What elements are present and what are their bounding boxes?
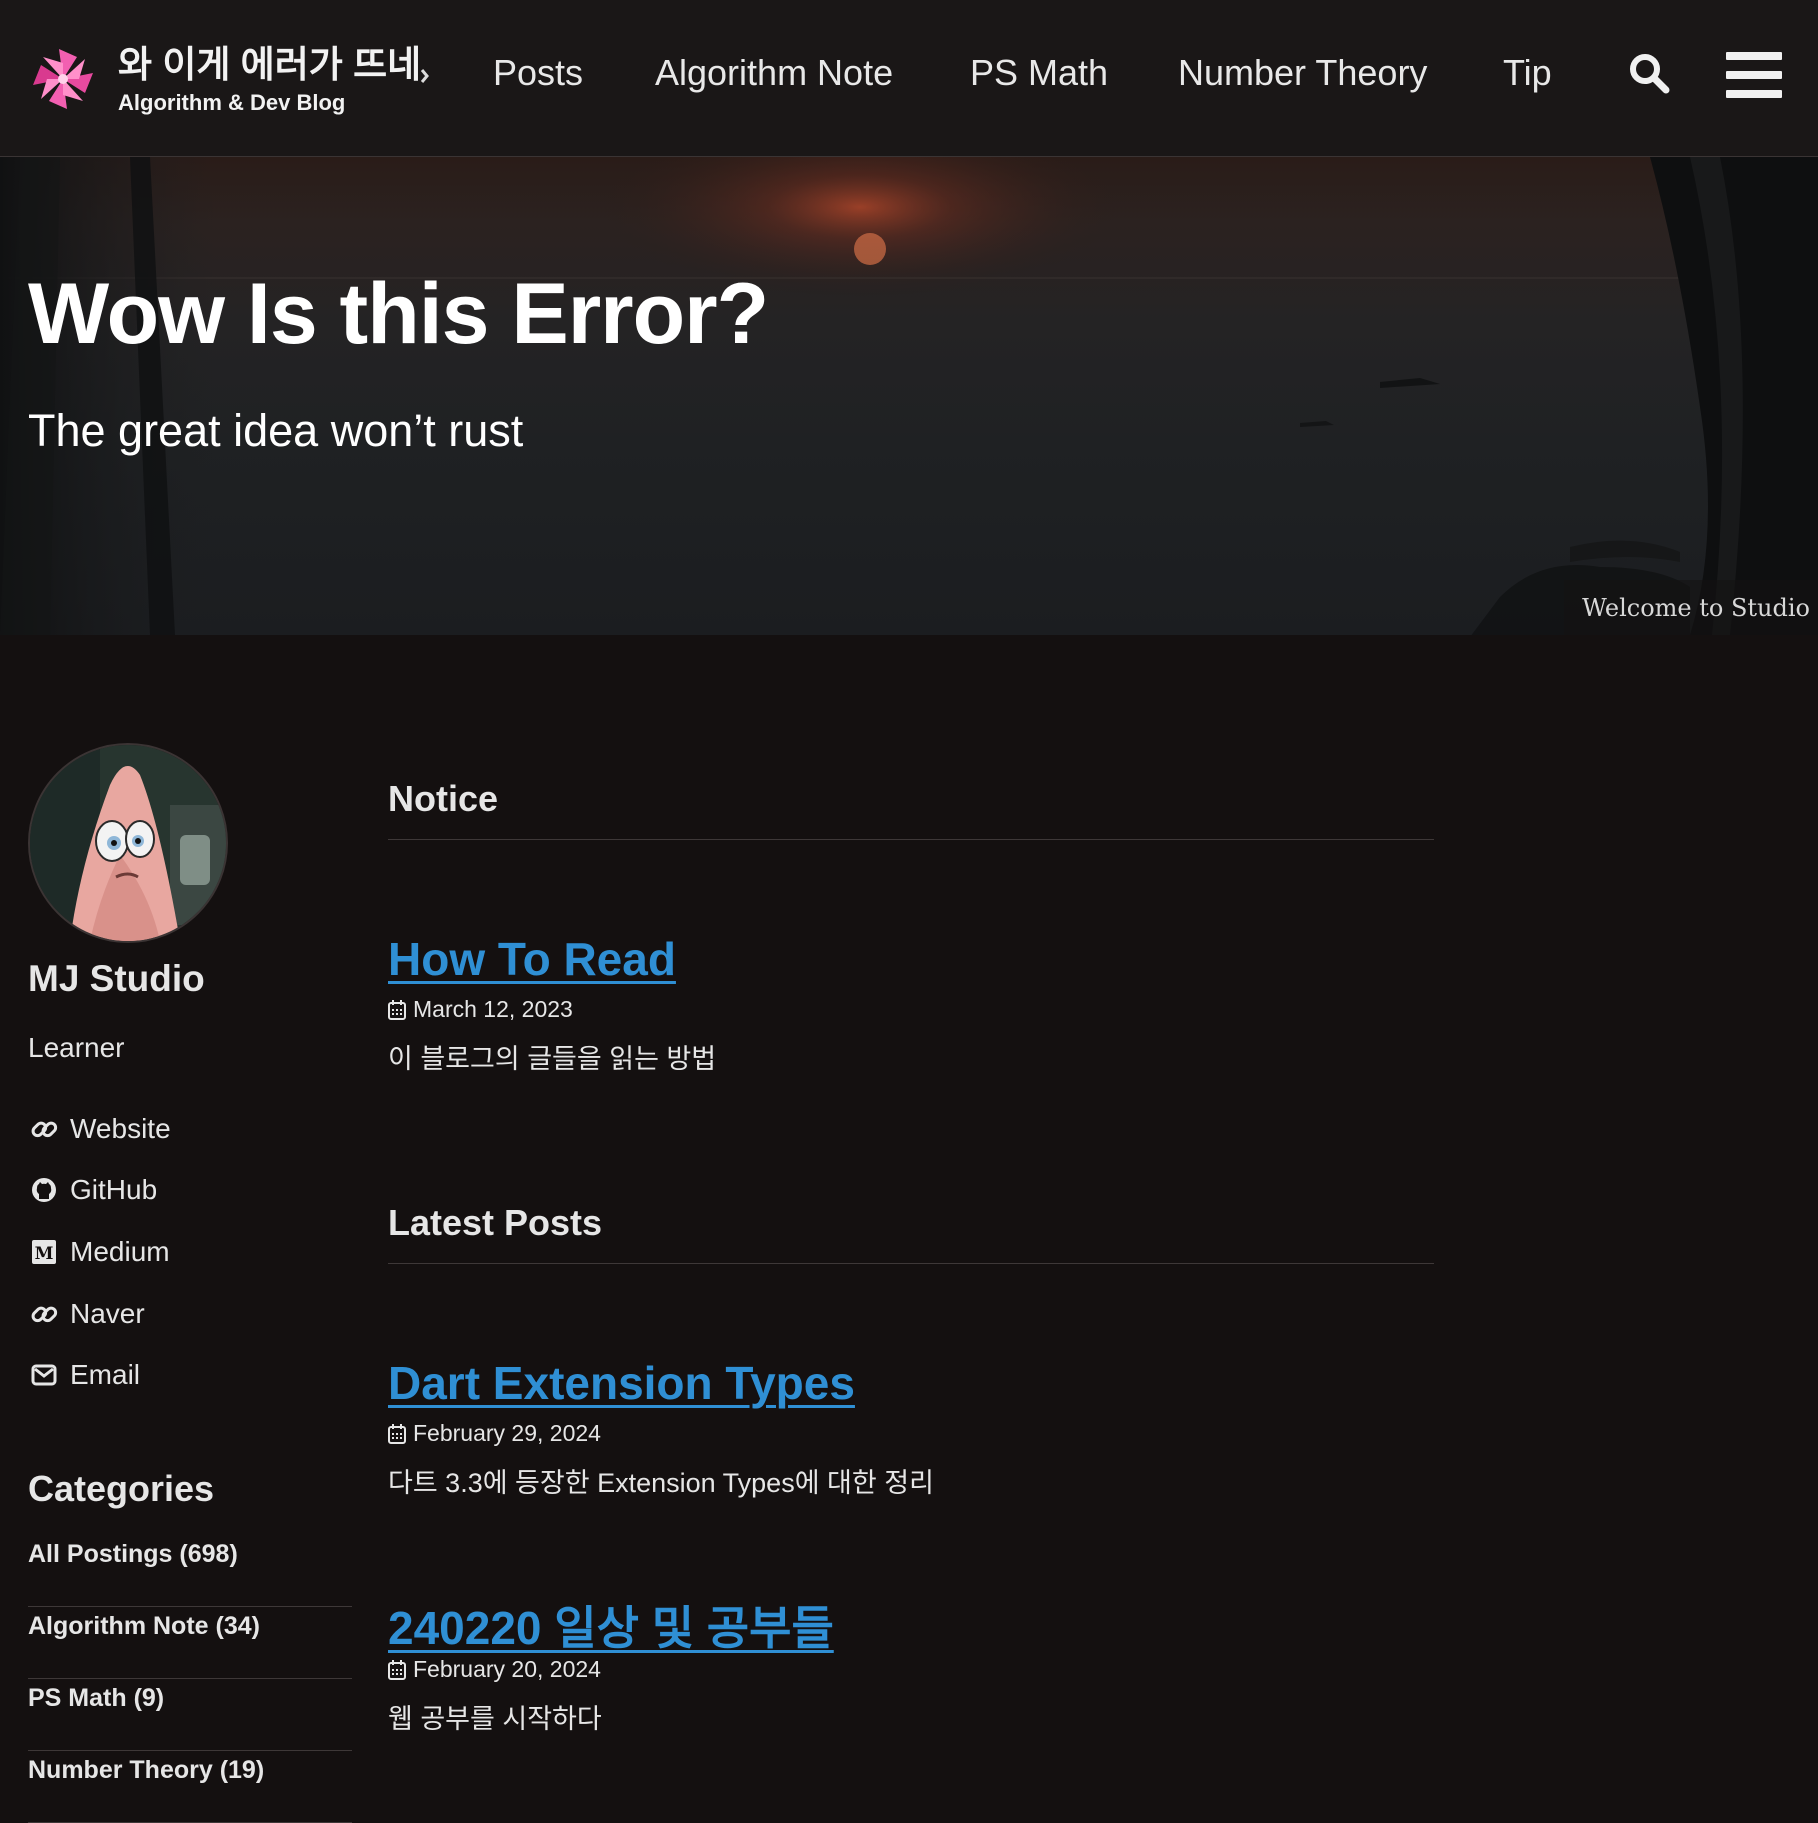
author-link-label: GitHub <box>70 1174 158 1205</box>
latest-posts-section-title: Latest Posts <box>388 1202 603 1243</box>
post-excerpt: 다트 3.3에 등장한 Extension Types에 대한 정리 <box>388 1468 934 1498</box>
nav-posts[interactable]: Posts <box>493 52 583 94</box>
site-title[interactable]: 와 이게 에러가 뜨네 <box>118 34 421 88</box>
menu-bar-icon <box>1726 52 1782 60</box>
search-button[interactable] <box>1628 52 1672 96</box>
category-label: Algorithm Note (34) <box>28 1612 260 1640</box>
author-bio: Learner <box>28 1032 125 1063</box>
calendar-icon <box>388 1660 406 1680</box>
menu-bar-icon <box>1726 90 1782 98</box>
category-all-postings[interactable]: All Postings (698) <box>28 1536 352 1607</box>
nav-number-theory[interactable]: Number Theory <box>1178 52 1427 94</box>
nav-tip[interactable]: Tip <box>1503 52 1552 94</box>
post-date: February 20, 2024 <box>413 1656 601 1682</box>
post-title-link[interactable]: Dart Extension Types <box>388 1356 855 1410</box>
nav-algorithm-note[interactable]: Algorithm Note <box>655 52 893 94</box>
author-name: MJ Studio <box>28 958 205 999</box>
notice-section-title: Notice <box>388 778 499 819</box>
pinwheel-logo-icon <box>33 49 93 109</box>
search-icon <box>1630 54 1670 94</box>
github-icon <box>32 1178 56 1202</box>
author-link-label: Website <box>70 1113 171 1144</box>
hero-image-caption: Welcome to Studio <box>1564 580 1818 635</box>
author-link-label: Email <box>70 1359 141 1390</box>
post-date: March 12, 2023 <box>413 996 573 1022</box>
author-link-label: Naver <box>70 1298 145 1329</box>
hero-tagline: The great idea won’t rust <box>28 405 524 456</box>
category-label: Number Theory (19) <box>28 1756 265 1784</box>
post-title-link[interactable]: How To Read <box>388 932 676 986</box>
category-algorithm-note[interactable]: Algorithm Note (34) <box>28 1608 352 1679</box>
nav-overflow-arrow-icon <box>420 69 429 83</box>
patrick-avatar-image <box>30 745 226 941</box>
category-label: PS Math (9) <box>28 1684 165 1712</box>
category-ps-math[interactable]: PS Math (9) <box>28 1680 352 1751</box>
avatar <box>28 743 228 943</box>
categories-title: Categories <box>28 1468 215 1509</box>
link-icon <box>31 1306 58 1323</box>
email-icon <box>31 1364 57 1386</box>
hero-title: Wow Is this Error? <box>28 266 769 362</box>
category-number-theory[interactable]: Number Theory (19) <box>28 1752 352 1823</box>
category-label: All Postings (698) <box>28 1540 238 1568</box>
post-excerpt: 이 블로그의 글들을 읽는 방법 <box>388 1044 717 1074</box>
calendar-icon <box>388 1424 406 1444</box>
svg-text:M: M <box>35 1244 54 1264</box>
post-excerpt: 웹 공부를 시작하다 <box>388 1704 602 1734</box>
nav-ps-math[interactable]: PS Math <box>970 52 1108 94</box>
link-icon <box>31 1121 58 1138</box>
calendar-icon <box>388 1000 406 1020</box>
section-divider <box>388 1263 1434 1264</box>
masthead: 와 이게 에러가 뜨네 Algorithm & Dev Blog Posts A… <box>0 0 1818 157</box>
medium-icon: M <box>32 1240 56 1264</box>
author-link-label: Medium <box>70 1236 170 1267</box>
section-divider <box>388 839 1434 840</box>
sunset-sea-image <box>0 157 1818 635</box>
hamburger-menu-button[interactable] <box>1726 52 1782 98</box>
menu-bar-icon <box>1726 71 1782 79</box>
hero-banner: Wow Is this Error? The great idea won’t … <box>0 157 1818 635</box>
post-date: February 29, 2024 <box>413 1420 601 1446</box>
post-title-link[interactable]: 240220 일상 및 공부들 <box>388 1592 834 1658</box>
site-subtitle: Algorithm & Dev Blog <box>118 90 346 115</box>
